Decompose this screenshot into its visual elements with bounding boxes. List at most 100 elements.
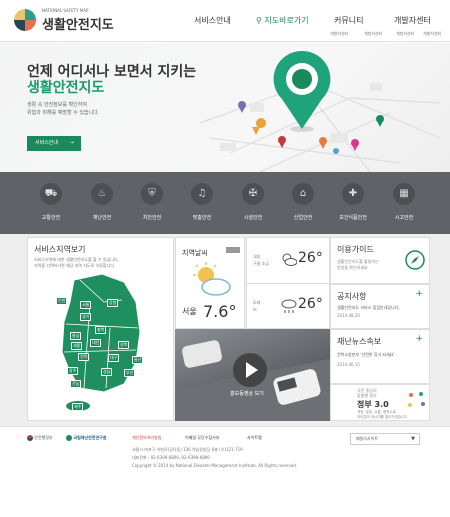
category-label: 맞춤안전 xyxy=(192,215,212,221)
family-site-label: 패밀리사이트 xyxy=(356,436,379,441)
region-chungbuk[interactable]: 충북 xyxy=(95,326,107,334)
category-facility[interactable]: ✠ 시설안전 xyxy=(233,178,273,228)
weather-title: 지역날씨 xyxy=(182,249,208,257)
forecast-panel: 내일 구름 조금 26° 모레 비 26° xyxy=(246,237,331,330)
region-jeonnam[interactable]: 전남 xyxy=(70,380,82,388)
bell-icon: ♫ xyxy=(191,183,213,205)
region-busan[interactable]: 부산 xyxy=(124,369,136,377)
car-icon: ⛟ xyxy=(40,183,62,205)
site-logo[interactable]: NATIONAL SAFETY MAP 생활안전지도 xyxy=(14,7,134,35)
category-label: 시고안전 xyxy=(394,215,414,221)
service-area-desc-line: 지역을 선택하시면 해당 지역 지도로 이동합니다. xyxy=(34,263,116,268)
hero-description: 생활 속 안전정보를 확인하여 위험과 피해를 예방할 수 있습니다. xyxy=(27,101,99,117)
region-jeju[interactable]: 제주 xyxy=(72,403,84,411)
region-incheon[interactable]: 인천 xyxy=(56,297,68,305)
site-footer: 안전행정부 국립재난안전연구원 개인정보처리방침 이메일 무단수집거부 사이트맵… xyxy=(0,426,450,517)
footer-org-name: 안전행정부 xyxy=(34,435,53,440)
family-site-select[interactable]: 패밀리사이트 ▼ xyxy=(350,433,420,445)
category-label: 치안안전 xyxy=(142,215,162,221)
region-seoul[interactable]: 서울 xyxy=(80,301,92,309)
nav-community[interactable]: 커뮤니티 xyxy=(334,15,363,26)
forecast-row: 모레 비 26° xyxy=(247,284,331,330)
service-guide-button[interactable]: 서비스안내 → xyxy=(27,136,81,151)
nav-service-guide[interactable]: 서비스안내 xyxy=(194,15,231,26)
region-gyeongnam[interactable]: 경남 xyxy=(101,368,113,376)
weather-pager[interactable] xyxy=(226,247,240,253)
category-band: ⛟ 교통안전 ♨ 재난안전 ⛨ 치안안전 ♫ 맞춤안전 ✠ 시설안전 ⌂ 산업안… xyxy=(0,172,450,234)
category-label: 시설안전 xyxy=(243,215,263,221)
news-title: 재난뉴스속보 xyxy=(337,337,382,346)
category-public-safety[interactable]: ⛨ 치안안전 xyxy=(132,178,172,228)
category-label: 재난안전 xyxy=(92,215,112,221)
category-label: 보건식품안전 xyxy=(339,215,367,221)
category-health-food[interactable]: ✚ 보건식품안전 xyxy=(333,178,373,228)
region-ulsan[interactable]: 울산 xyxy=(132,356,144,364)
logo-title: 생활안전지도 xyxy=(42,18,114,33)
footer-address: 서울시 마포구 아현로(공덕동) 136 역삼정빌딩 6층 (우)121-719 xyxy=(132,447,243,452)
notice-item[interactable]: 생활안전지도 서비스 점검안내입니다. xyxy=(337,305,400,311)
news-date: 2014.06.15 xyxy=(337,362,360,367)
forecast-row: 내일 구름 조금 26° xyxy=(247,238,331,284)
video-label: 홍보동영상 보기 xyxy=(230,391,264,397)
health-icon: ✚ xyxy=(342,183,364,205)
gov30-banner[interactable]: 국민 중심의 맞춤형 정부 정부 3.0 개방, 공유, 소통, 협력으로 여러… xyxy=(330,384,430,421)
service-guide-button-label: 서비스안내 xyxy=(35,140,59,146)
hero-banner: 언제 어디서나 보면서 지키는 생활안전지도 생활 속 안전정보를 확인하여 위… xyxy=(0,43,450,172)
region-chungnam[interactable]: 충남 xyxy=(70,332,82,340)
user-guide-desc: 방법을 확인하세요 xyxy=(337,265,368,270)
user-guide-title: 이용가이드 xyxy=(337,245,374,254)
footer-org-logo[interactable]: 안전행정부 xyxy=(27,435,53,441)
forecast-temperature: 26° xyxy=(298,296,323,312)
factory-icon: ⌂ xyxy=(292,183,314,205)
notice-more-icon[interactable]: + xyxy=(415,289,423,299)
partly-cloudy-icon xyxy=(193,262,231,296)
category-accident[interactable]: ▦ 시고안전 xyxy=(384,178,424,228)
gov30-logo-icon xyxy=(408,392,425,407)
category-label: 교통안전 xyxy=(41,215,61,221)
sitemap-link[interactable]: 사이트맵 xyxy=(247,435,262,441)
logo-emblem-icon xyxy=(14,9,36,31)
weather-city: 서울 xyxy=(182,307,197,316)
play-icon xyxy=(246,362,258,378)
region-sejong[interactable]: 세종 xyxy=(71,342,83,350)
police-icon: ⛨ xyxy=(141,183,163,205)
taegeuk-icon xyxy=(27,435,33,441)
category-custom[interactable]: ♫ 맞춤안전 xyxy=(182,178,222,228)
privacy-policy-link[interactable]: 개인정보처리방침 xyxy=(132,435,161,441)
forecast-day: 내일 xyxy=(253,254,261,259)
news-more-icon[interactable]: + xyxy=(415,334,423,344)
category-disaster[interactable]: ♨ 재난안전 xyxy=(82,178,122,228)
nav-developer-center[interactable]: 개발자센터 xyxy=(394,15,431,26)
category-traffic[interactable]: ⛟ 교통안전 xyxy=(31,178,71,228)
subnav-item[interactable]: 개발자센터 xyxy=(423,31,441,37)
email-refusal-link[interactable]: 이메일 무단수집거부 xyxy=(185,435,219,441)
nav-map-shortcut[interactable]: ⚲ 지도바로가기 xyxy=(256,15,309,26)
footer-institute-name: 국립재난안전연구원 xyxy=(73,435,107,440)
subnav-item[interactable]: 개발자센터 xyxy=(330,31,348,37)
arrow-right-icon: → xyxy=(69,140,74,146)
wrench-icon: ✠ xyxy=(242,183,264,205)
promo-video-panel[interactable]: 홍보동영상 보기 xyxy=(175,329,330,421)
region-gangwon[interactable]: 강원 xyxy=(107,299,119,307)
institute-emblem-icon xyxy=(66,435,72,441)
chevron-down-icon: ▼ xyxy=(411,436,415,442)
region-daejeon[interactable]: 대전 xyxy=(90,339,102,347)
region-gyeongbuk[interactable]: 경북 xyxy=(118,341,130,349)
building-icon: ▦ xyxy=(393,183,415,205)
region-daegu[interactable]: 대구 xyxy=(108,354,120,362)
subnav-item[interactable]: 개발자센터 xyxy=(396,31,414,37)
news-item[interactable]: 전북소방본부 '안전한 휴가 되세요' xyxy=(337,352,395,358)
video-play-button[interactable] xyxy=(233,353,267,387)
footer-institute-logo[interactable]: 국립재난안전연구원 xyxy=(66,435,107,441)
region-jeonbuk[interactable]: 전북 xyxy=(78,353,90,361)
service-area-title: 서비스지역보기 xyxy=(34,245,86,254)
user-guide-panel[interactable]: 이용가이드 생활안전지도를 활용하는 방법을 확인하세요 xyxy=(330,237,430,284)
notice-title: 공지사항 xyxy=(337,292,367,301)
category-industry[interactable]: ⌂ 산업안전 xyxy=(283,178,323,228)
hero-map-illustration xyxy=(199,50,441,172)
region-gyeonggi[interactable]: 경기 xyxy=(80,313,92,321)
subnav-item[interactable]: 개발자센터 xyxy=(364,31,382,37)
weather-panel: 지역날씨 서울 7.6° xyxy=(175,237,245,329)
notice-panel: 공지사항 + 생활안전지도 서비스 점검안내입니다. 2014.08.20 xyxy=(330,284,430,329)
region-gwangju[interactable]: 광주 xyxy=(67,367,79,375)
